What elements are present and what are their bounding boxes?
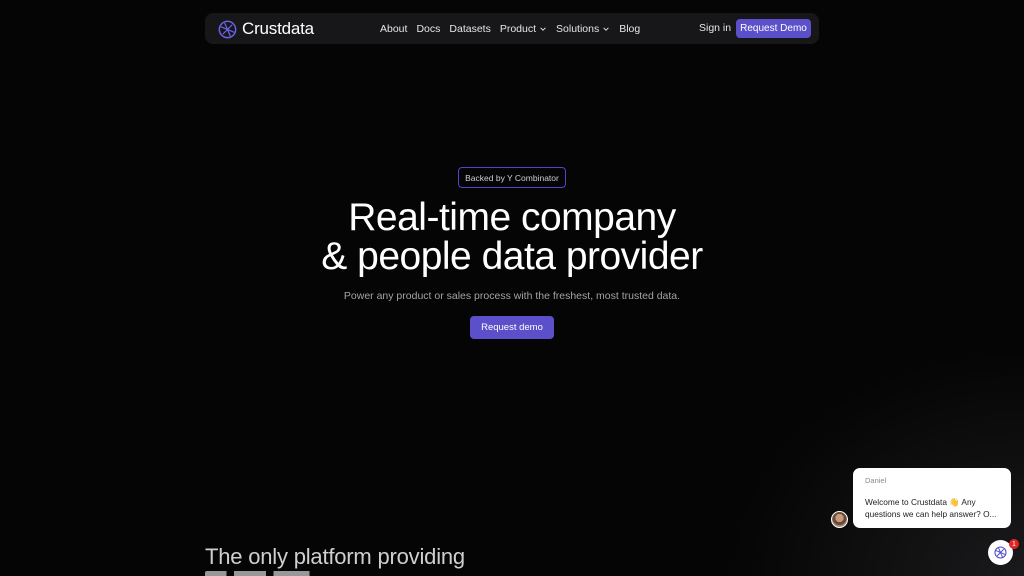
section-title-continuation	[205, 571, 385, 576]
brand-logo[interactable]: Crustdata	[218, 19, 314, 39]
crustdata-logo-icon	[218, 20, 237, 38]
nav-link-label: Solutions	[556, 22, 600, 35]
brand-name: Crustdata	[242, 19, 314, 38]
crustdata-logo-icon	[994, 546, 1007, 559]
hero-request-demo-button[interactable]: Request demo	[470, 316, 554, 339]
chevron-down-icon	[603, 26, 609, 31]
yc-badge: Backed by Y Combinator	[458, 167, 566, 188]
chevron-down-icon	[540, 26, 546, 31]
sign-in-link[interactable]: Sign in	[699, 22, 731, 34]
chat-message: Welcome to Crustdata 👋 Any questions we …	[865, 497, 997, 519]
unread-count-badge: 1	[1009, 539, 1019, 549]
nav-link-datasets[interactable]: Datasets	[449, 23, 490, 35]
chat-agent-avatar	[831, 511, 848, 528]
nav-link-label: Product	[499, 22, 537, 35]
hero-title: Real-time company & people data provider	[262, 198, 762, 276]
hero-subtitle: Power any product or sales process with …	[343, 290, 681, 302]
request-demo-button[interactable]: Request Demo	[736, 19, 811, 38]
hero-title-line-1: Real-time company	[348, 196, 676, 239]
top-navbar: Crustdata About Docs Datasets Product So…	[205, 13, 819, 44]
nav-link-label: Blog	[619, 22, 641, 35]
nav-link-label: About	[380, 22, 408, 35]
nav-link-about[interactable]: About	[380, 23, 407, 35]
section-title: The only platform providing	[205, 544, 465, 569]
nav-links: About Docs Datasets Product Solutions Bl…	[380, 13, 640, 44]
nav-link-solutions[interactable]: Solutions	[556, 23, 610, 35]
hero-title-line-2: & people data provider	[321, 235, 703, 278]
chat-agent-name: Daniel	[865, 476, 887, 485]
nav-link-blog[interactable]: Blog	[619, 23, 640, 35]
nav-link-label: Docs	[416, 22, 441, 35]
nav-link-product[interactable]: Product	[500, 23, 547, 35]
nav-link-label: Datasets	[449, 22, 491, 35]
nav-link-docs[interactable]: Docs	[416, 23, 440, 35]
chat-preview-bubble[interactable]: Daniel Welcome to Crustdata 👋 Any questi…	[853, 468, 1011, 528]
